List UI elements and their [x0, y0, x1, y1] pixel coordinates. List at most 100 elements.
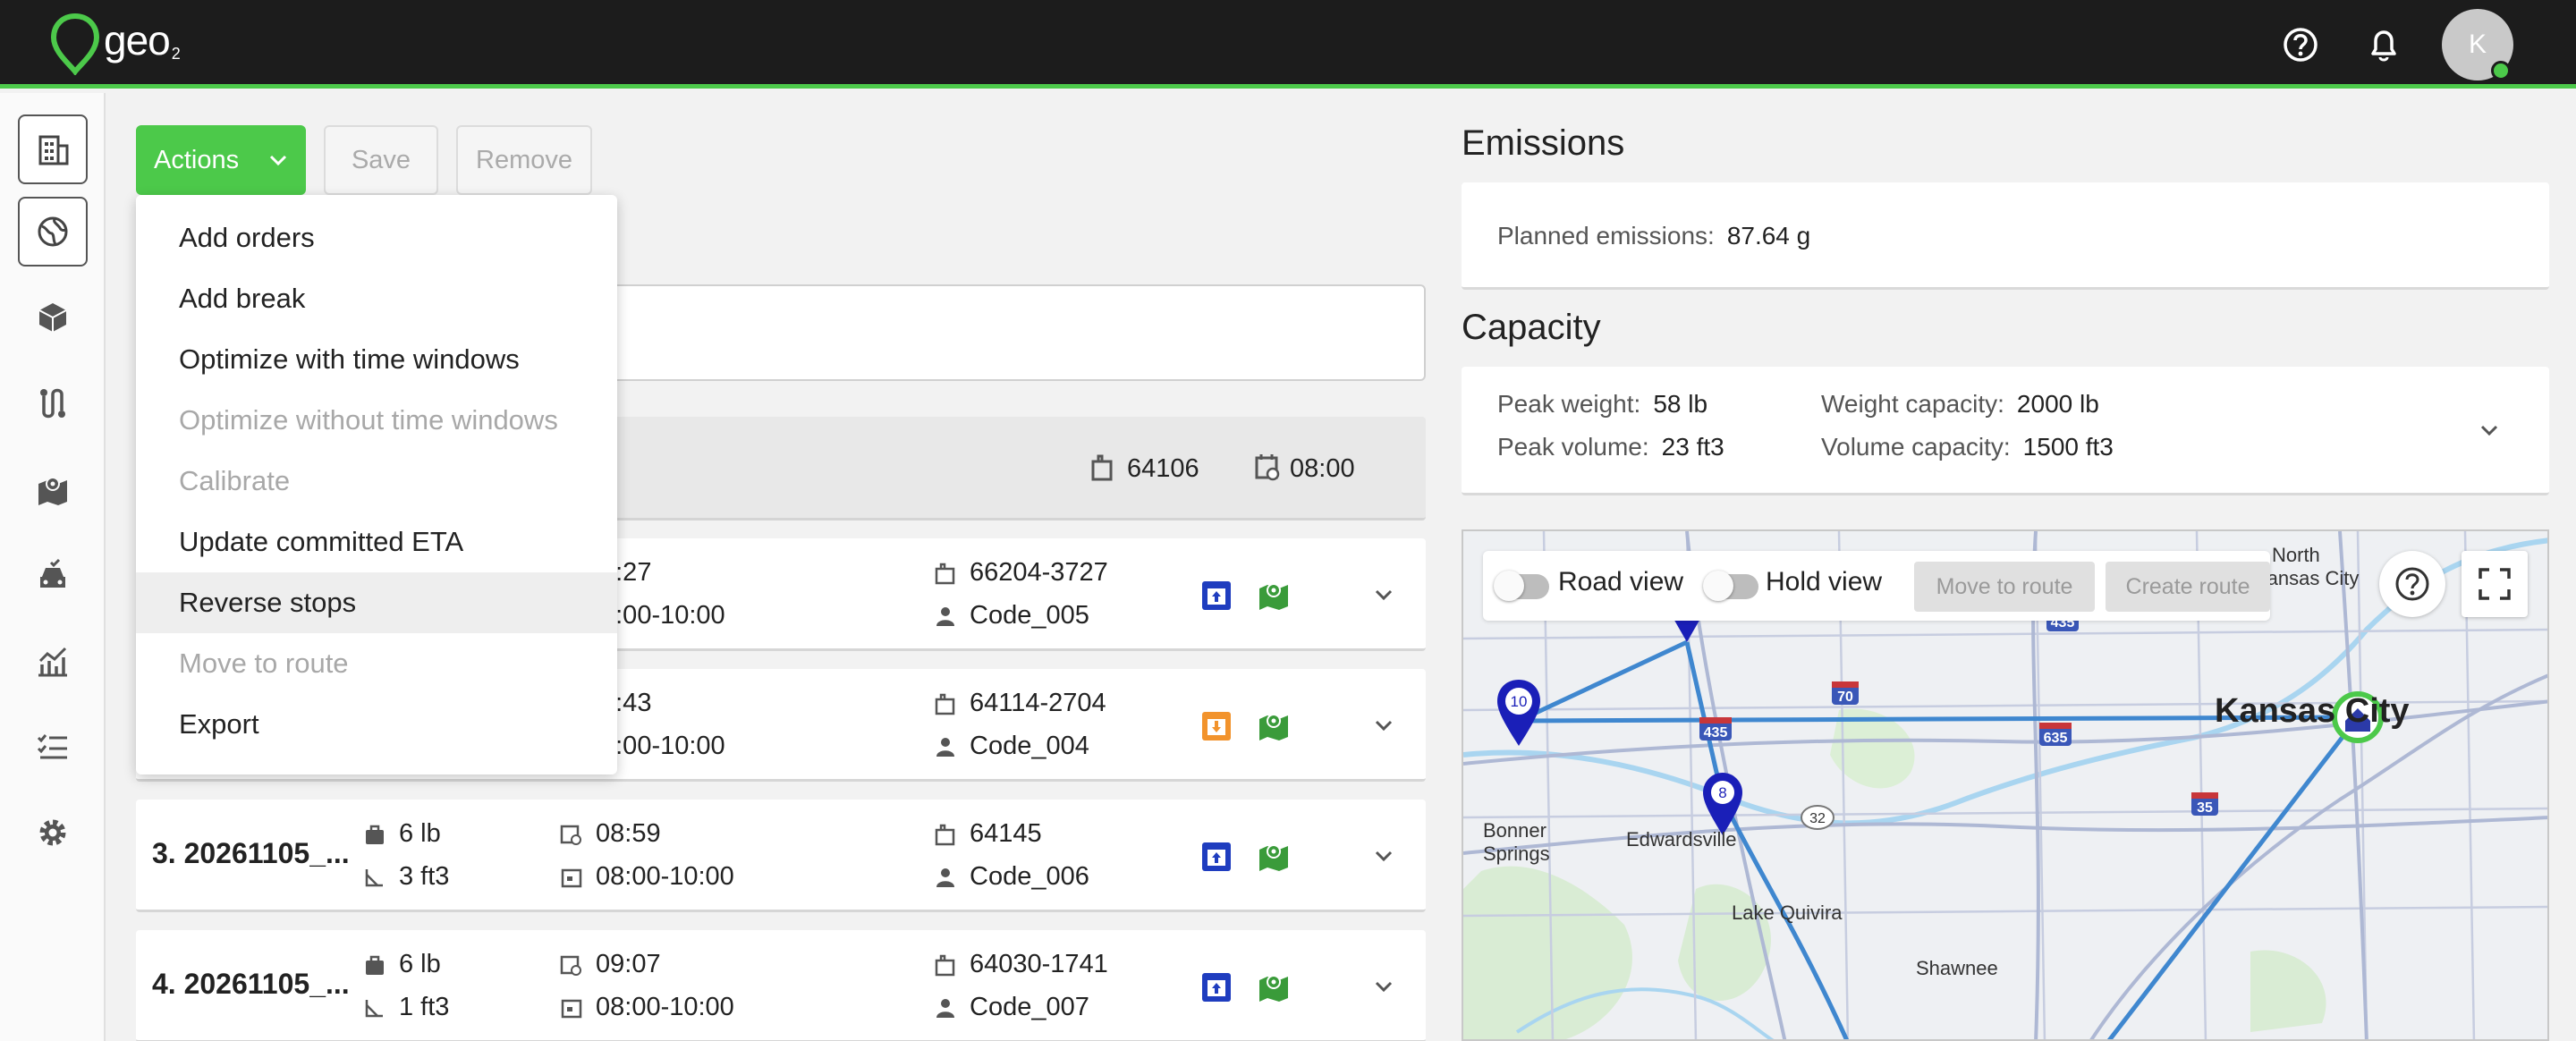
planned-emissions-label: Planned emissions: [1497, 222, 1715, 250]
pickup-icon[interactable] [1200, 580, 1233, 612]
gear-icon [39, 819, 66, 846]
person-icon [936, 868, 954, 887]
map-icon[interactable] [1258, 839, 1290, 871]
route-start-time: 08:00 [1290, 454, 1355, 483]
delivery-icon[interactable] [1200, 710, 1233, 742]
stop-code-value: Code_007 [970, 993, 1089, 1021]
stop-weight-value: 6 lb [399, 950, 441, 978]
map-icon[interactable] [1258, 708, 1290, 741]
nav-checklist[interactable] [18, 712, 88, 782]
shield-i35: 35 [2197, 800, 2213, 816]
menu-item-move-to-route: Move to route [179, 647, 349, 679]
globe-icon [38, 216, 68, 247]
actions-menu: Add orders Add break Optimize with time … [136, 195, 617, 774]
app-logo[interactable]: geo 2 [50, 13, 181, 75]
menu-item-add-break[interactable]: Add break [136, 268, 617, 329]
stop-weight-value: 6 lb [399, 819, 441, 848]
stop-code: Code_007 [934, 993, 1089, 1022]
map-fullscreen-button[interactable] [2462, 551, 2528, 617]
stop-eta-value: 09:07 [596, 950, 661, 978]
nav-vehicles[interactable] [18, 540, 88, 610]
stop-window-value: 08:00-10:00 [596, 993, 734, 1021]
location-pin-icon [50, 13, 100, 75]
shield-i635: 635 [2044, 731, 2068, 746]
emissions-title: Emissions [1462, 123, 1625, 163]
pickup-icon[interactable] [1200, 841, 1233, 873]
road-view-toggle[interactable] [1494, 571, 1549, 601]
capacity-panel[interactable]: Peak weight: 58 lb Peak volume: 23 ft3 Wei… [1462, 367, 2549, 495]
pickup-icon[interactable] [1200, 971, 1233, 1003]
side-navigation [0, 93, 106, 1041]
nav-analytics[interactable] [18, 626, 88, 696]
person-icon [936, 998, 954, 1018]
stop-zip: 64145 [934, 819, 1042, 849]
stop-zip-value: 64114-2704 [970, 689, 1106, 717]
stop-card[interactable]: 4. 20261105_... 6 lb 1 ft3 09:07 08:00-1… [136, 930, 1426, 1041]
route-zip: 64106 [1127, 454, 1199, 483]
shield-r32: 32 [1809, 811, 1826, 826]
stop-eta-value: 08:59 [596, 819, 661, 848]
stop-volume: 1 ft3 [363, 993, 449, 1022]
calendar-icon [561, 868, 582, 887]
stop-code: Code_006 [934, 862, 1089, 892]
person-icon [936, 606, 954, 626]
peak-weight-label: Peak weight: [1497, 390, 1641, 418]
hold-view-toggle[interactable] [1703, 571, 1758, 601]
menu-item-add-orders[interactable]: Add orders [136, 207, 617, 268]
peak-volume: Peak volume: 23 ft3 [1497, 433, 1724, 461]
calendar-clock-icon [560, 825, 581, 845]
nav-globe[interactable] [18, 197, 88, 267]
weight-capacity-label: Weight capacity: [1821, 390, 2004, 418]
chevron-down-icon[interactable] [1370, 712, 1397, 739]
weight-icon [366, 825, 384, 844]
stop-title: 4. 20261105_... [152, 968, 350, 1000]
map-icon[interactable] [1258, 578, 1290, 610]
volume-icon [365, 999, 383, 1017]
menu-item-calibrate: Calibrate [179, 465, 291, 496]
shield-i435: 435 [1704, 725, 1728, 741]
menu-item-optimize-with-time-windows[interactable]: Optimize with time windows [136, 329, 617, 390]
map-help-button[interactable] [2379, 551, 2445, 617]
emissions-panel: Planned emissions: 87.64 g [1462, 182, 2549, 290]
weight-icon [366, 955, 384, 975]
map-pin-icon [38, 477, 67, 505]
chevron-down-icon[interactable] [1370, 581, 1397, 608]
place-lake-quivira: Lake Quivira [1732, 901, 1843, 924]
remove-button[interactable]: Remove [456, 125, 592, 195]
actions-button[interactable]: Actions [136, 125, 306, 195]
nav-packages[interactable] [18, 283, 88, 352]
volume-capacity: Volume capacity: 1500 ft3 [1821, 433, 2114, 461]
nav-routes[interactable] [18, 368, 88, 438]
stop-card[interactable]: 3. 20261105_... 6 lb 3 ft3 08:59 08:00-1… [136, 800, 1426, 912]
stop-code-value: Code_005 [970, 601, 1089, 630]
stop-time-window: 3:00-10:00 [601, 732, 725, 760]
package-icon [38, 303, 67, 332]
stop-eta: 09:07 [560, 950, 661, 979]
move-to-route-button[interactable]: Move to route [1914, 562, 2095, 612]
postal-code-icon [935, 824, 955, 845]
capacity-title: Capacity [1462, 308, 1601, 347]
stop-zip-value: 64145 [970, 819, 1042, 848]
save-button[interactable]: Save [324, 125, 438, 195]
nav-settings[interactable] [18, 798, 88, 868]
help-icon[interactable] [2281, 25, 2320, 64]
postal-code-icon [935, 563, 955, 584]
stop-title: 3. 20261105_... [152, 837, 350, 869]
nav-map[interactable] [18, 454, 88, 524]
road-view-label: Road view [1558, 567, 1684, 597]
bell-icon[interactable] [2364, 25, 2403, 64]
menu-item-reverse-stops[interactable]: Reverse stops [136, 572, 617, 633]
nav-buildings[interactable] [18, 114, 88, 184]
chevron-down-icon[interactable] [1370, 842, 1397, 869]
chevron-down-icon[interactable] [1370, 973, 1397, 1000]
chevron-down-icon[interactable] [2476, 417, 2503, 444]
menu-item-update-committed-eta[interactable]: Update committed ETA [136, 512, 617, 572]
analytics-icon [38, 647, 67, 677]
map-icon[interactable] [1258, 969, 1290, 1002]
top-bar: geo 2 K [0, 0, 2576, 89]
stop-time-window: 3:00-10:00 [601, 601, 725, 630]
menu-item-export[interactable]: Export [136, 694, 617, 755]
peak-weight-value: 58 lb [1653, 390, 1708, 418]
create-route-button[interactable]: Create route [2106, 562, 2270, 612]
volume-capacity-value: 1500 ft3 [2022, 433, 2114, 461]
